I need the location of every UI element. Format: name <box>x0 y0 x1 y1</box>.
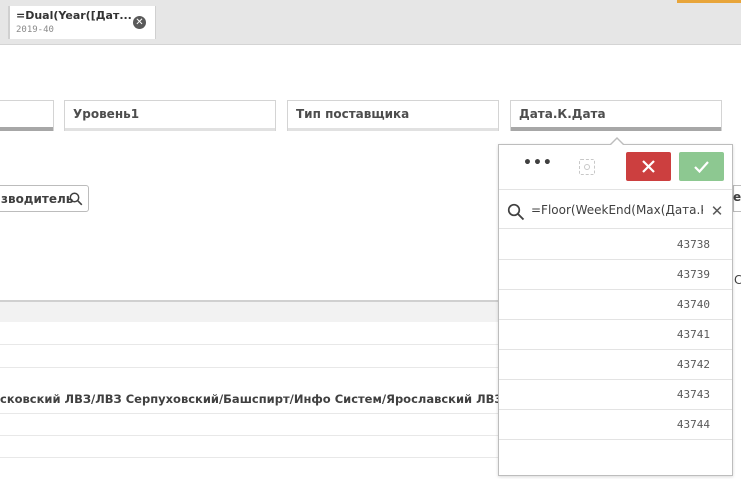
table-row[interactable] <box>0 345 498 368</box>
list-item[interactable]: 43741 <box>499 320 732 350</box>
filter-title: Уровень1 <box>73 107 140 121</box>
list-item-value: 43744 <box>676 418 710 431</box>
table-header <box>0 300 498 322</box>
search-button-label: зводитель <box>1 192 74 206</box>
list-item-value: 43742 <box>676 358 710 371</box>
list-item[interactable]: 43743 <box>499 380 732 410</box>
cancel-selection-button[interactable] <box>626 152 671 181</box>
filter-underline <box>0 127 53 131</box>
filter-pane-supplier-type[interactable]: Тип поставщика <box>287 100 499 131</box>
date-listbox-popover: ••• =Floor(WeekEnd(Max(Дата.К.Дата))) ✕ … <box>498 137 733 476</box>
selection-toolbar: ••• <box>499 145 732 190</box>
selections-accent-line <box>677 0 741 3</box>
filter-pane-date[interactable]: Дата.К.Дата <box>510 100 722 131</box>
selection-chip-value: 2019-40 <box>16 25 54 35</box>
clear-search-icon[interactable]: ✕ <box>710 202 724 220</box>
list-item-value: 43740 <box>676 298 710 311</box>
list-item-value: 43738 <box>676 238 710 251</box>
list-item[interactable]: 43744 <box>499 410 732 440</box>
search-icon <box>507 203 525 221</box>
listbox-search-row: =Floor(WeekEnd(Max(Дата.К.Дата))) ✕ <box>499 196 732 229</box>
lasso-select-icon[interactable] <box>579 159 595 175</box>
clear-selection-icon[interactable]: ✕ <box>133 16 146 29</box>
listbox-search-input[interactable]: =Floor(WeekEnd(Max(Дата.К.Дата))) <box>531 203 703 217</box>
table-row[interactable] <box>0 435 498 458</box>
more-options-icon[interactable]: ••• <box>523 155 552 177</box>
search-icon <box>69 192 83 206</box>
filter-title: Дата.К.Дата <box>519 107 606 121</box>
close-icon <box>642 160 655 173</box>
selection-chip-title: =Dual(Year([Дат... <box>16 9 131 22</box>
chip-edge <box>8 6 10 39</box>
list-item[interactable]: 43739 <box>499 260 732 290</box>
filter-underline <box>65 128 275 131</box>
filter-title: Тип поставщика <box>296 107 410 121</box>
confirm-selection-button[interactable] <box>679 152 724 181</box>
filter-underline <box>288 128 498 131</box>
partial-label-right-mid: С <box>734 273 741 287</box>
filter-underline <box>511 127 721 131</box>
list-item[interactable]: 43738 <box>499 230 732 260</box>
table-row[interactable]: сковский ЛВЗ/ЛВЗ Серпуховский/Башспирт/И… <box>0 389 498 414</box>
selections-bar: =Dual(Year([Дат... 2019-40 ✕ <box>0 0 741 45</box>
table-row[interactable] <box>0 322 498 345</box>
filter-pane-uroven1[interactable]: Уровень1 <box>64 100 276 131</box>
table-row[interactable] <box>0 413 498 436</box>
list-item-value: 43741 <box>676 328 710 341</box>
list-item[interactable]: 43740 <box>499 290 732 320</box>
checkmark-icon <box>694 161 709 174</box>
table-cell: сковский ЛВЗ/ЛВЗ Серпуховский/Башспирт/И… <box>0 392 498 406</box>
list-item-value: 43739 <box>676 268 710 281</box>
filter-pane-partial[interactable] <box>0 100 54 131</box>
list-item-value: 43743 <box>676 388 710 401</box>
manufacturer-search-button[interactable]: зводитель <box>0 185 89 212</box>
selection-chip[interactable]: =Dual(Year([Дат... 2019-40 ✕ <box>8 6 156 39</box>
list-item[interactable]: 43742 <box>499 350 732 380</box>
partial-label-right-top: er <box>733 190 741 204</box>
